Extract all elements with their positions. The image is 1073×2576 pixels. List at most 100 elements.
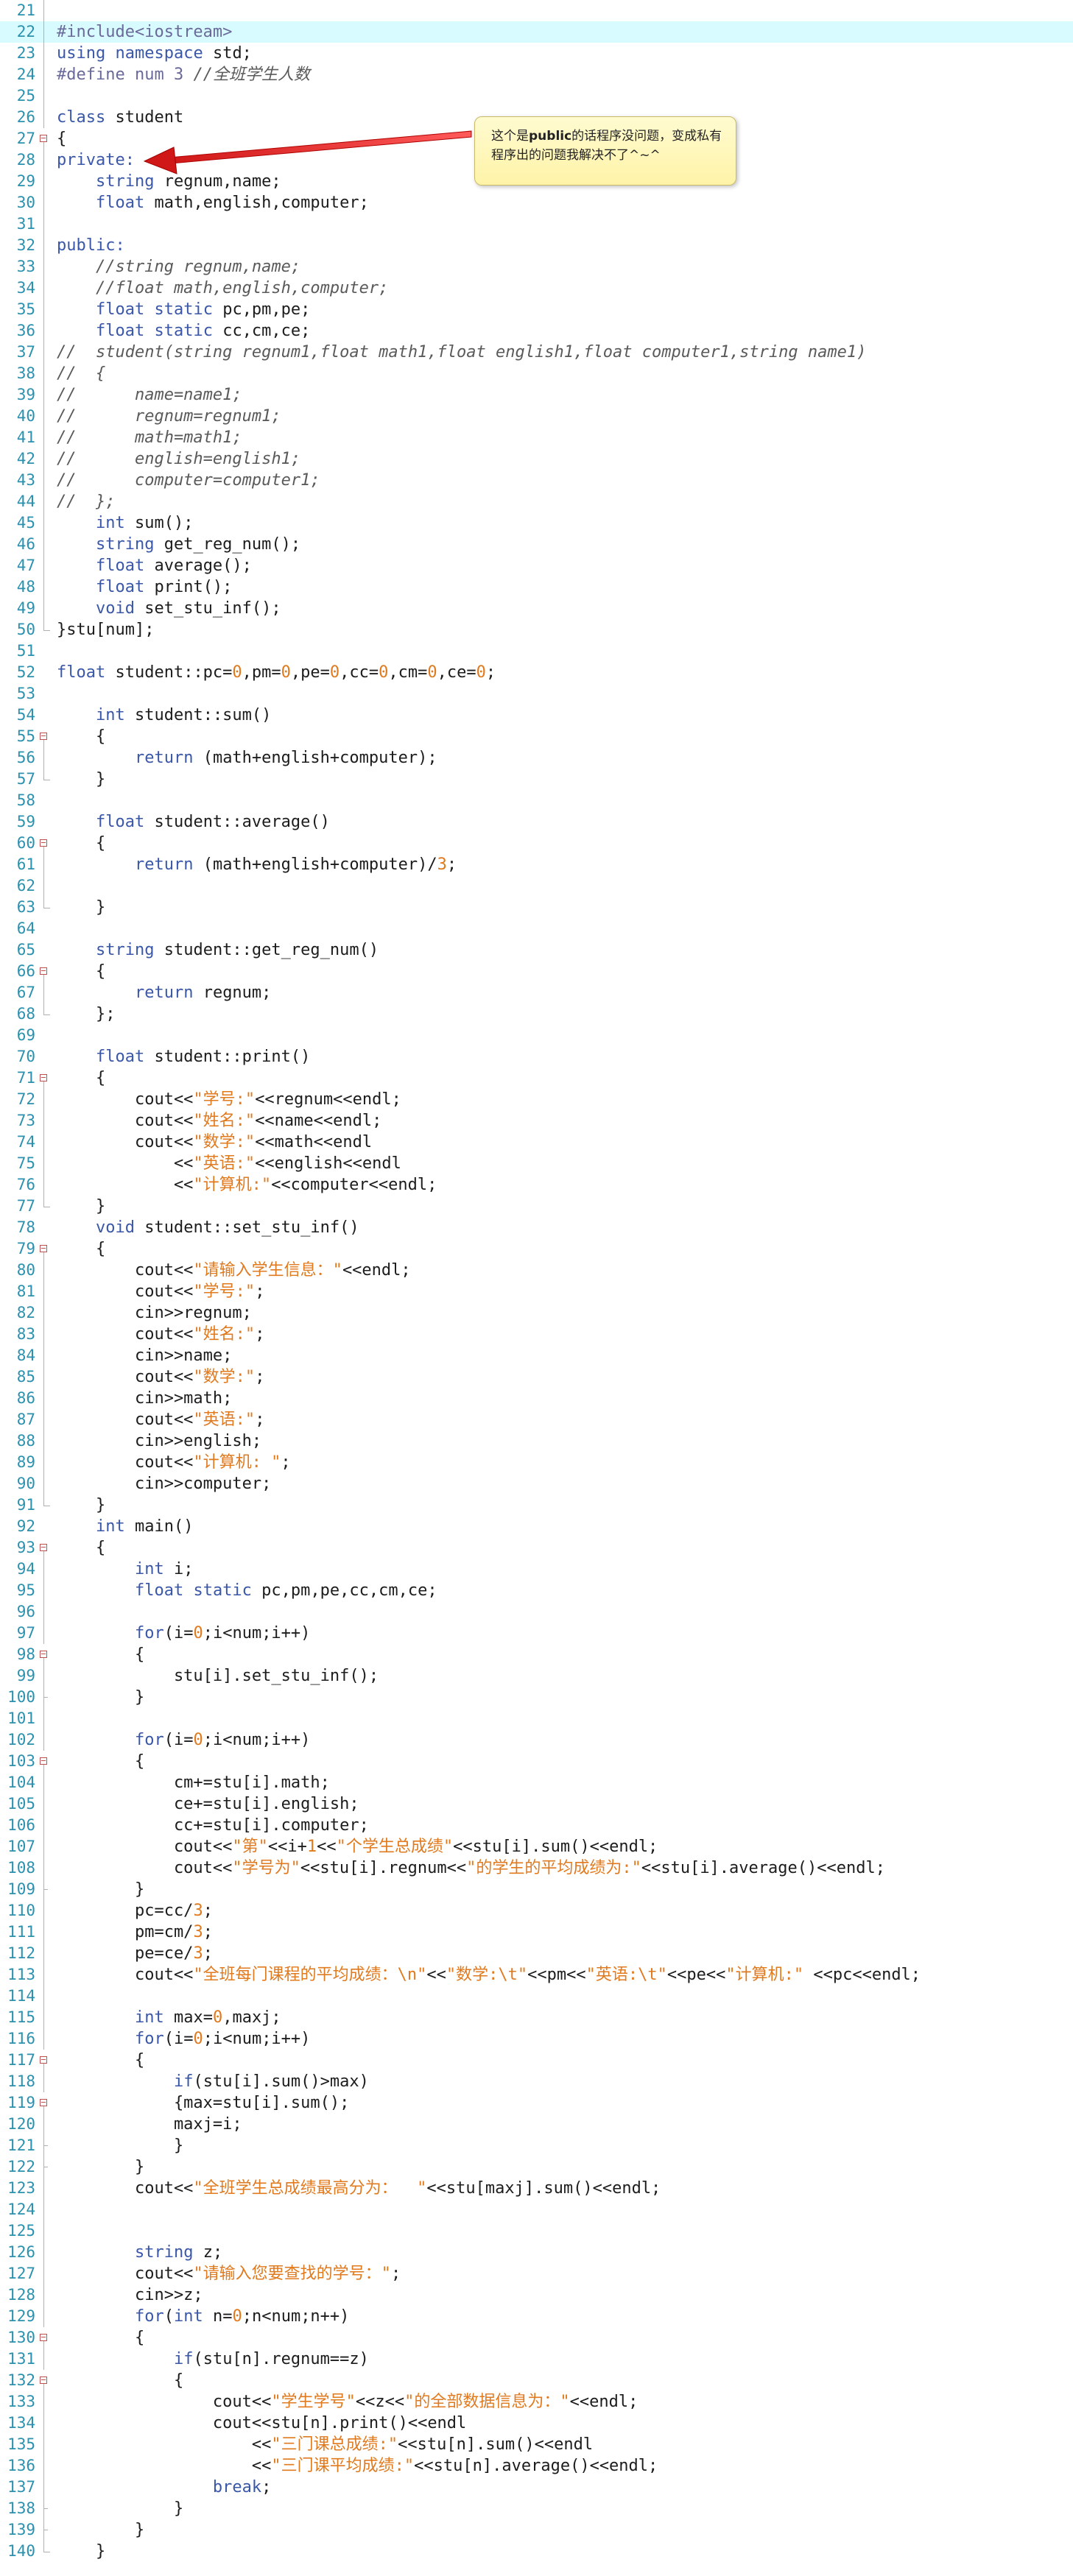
fold-collapse-icon[interactable]	[39, 2092, 52, 2114]
code-line[interactable]: 100 }	[0, 1687, 1073, 1708]
code-line[interactable]: 25	[0, 85, 1073, 107]
code-line[interactable]: 54 int student::sum()	[0, 705, 1073, 726]
code-line[interactable]: 40 // regnum=regnum1;	[0, 406, 1073, 427]
code-line[interactable]: 77 }	[0, 1196, 1073, 1217]
fold-collapse-icon[interactable]	[39, 1537, 52, 1559]
code-line[interactable]: 30 float math,english,computer;	[0, 192, 1073, 214]
code-line[interactable]: 110 pc=cc/3;	[0, 1900, 1073, 1922]
fold-collapse-icon[interactable]	[39, 961, 52, 982]
code-line[interactable]: 51	[0, 641, 1073, 662]
code-line[interactable]: 65 string student::get_reg_num()	[0, 939, 1073, 961]
code-line[interactable]: 130 {	[0, 2327, 1073, 2349]
code-line[interactable]: 84 cin>>name;	[0, 1345, 1073, 1366]
code-line[interactable]: 93 {	[0, 1537, 1073, 1559]
code-line[interactable]: 97 for(i=0;i<num;i++)	[0, 1623, 1073, 1644]
code-line[interactable]: 111 pm=cm/3;	[0, 1922, 1073, 1943]
code-line[interactable]: 98 {	[0, 1644, 1073, 1665]
code-line[interactable]: 127 cout<<"请输入您要查找的学号：";	[0, 2263, 1073, 2284]
code-line[interactable]: 108 cout<<"学号为"<<stu[i].regnum<<"的学生的平均成…	[0, 1857, 1073, 1879]
code-line[interactable]: 34 //float math,english,computer;	[0, 278, 1073, 299]
code-line[interactable]: 106 cc+=stu[i].computer;	[0, 1815, 1073, 1836]
code-line[interactable]: 117 {	[0, 2050, 1073, 2071]
code-line[interactable]: 56 return (math+english+computer);	[0, 747, 1073, 769]
code-line[interactable]: 104 cm+=stu[i].math;	[0, 1772, 1073, 1793]
code-line[interactable]: 121 }	[0, 2135, 1073, 2156]
code-line[interactable]: 62	[0, 875, 1073, 897]
code-line[interactable]: 46 string get_reg_num();	[0, 534, 1073, 555]
code-line[interactable]: 38 // {	[0, 363, 1073, 384]
code-line[interactable]: 99 stu[i].set_stu_inf();	[0, 1665, 1073, 1687]
code-line[interactable]: 44 // };	[0, 491, 1073, 512]
code-line[interactable]: 79 {	[0, 1238, 1073, 1260]
code-line[interactable]: 83 cout<<"姓名:";	[0, 1324, 1073, 1345]
code-line[interactable]: 67 return regnum;	[0, 982, 1073, 1003]
code-line[interactable]: 41 // math=math1;	[0, 427, 1073, 448]
code-line[interactable]: 53	[0, 683, 1073, 705]
code-line[interactable]: 71 {	[0, 1068, 1073, 1089]
fold-collapse-icon[interactable]	[39, 2370, 52, 2391]
code-line[interactable]: 24 #define num 3 //全班学生人数	[0, 64, 1073, 85]
code-line[interactable]: 35 float static pc,pm,pe;	[0, 299, 1073, 320]
code-line[interactable]: 87 cout<<"英语:";	[0, 1409, 1073, 1430]
code-line[interactable]: 131 if(stu[n].regnum==z)	[0, 2349, 1073, 2370]
code-line[interactable]: 125	[0, 2220, 1073, 2242]
code-line[interactable]: 37 // student(string regnum1,float math1,…	[0, 342, 1073, 363]
code-line[interactable]: 80 cout<<"请输入学生信息："<<endl;	[0, 1260, 1073, 1281]
code-line[interactable]: 86 cin>>math;	[0, 1388, 1073, 1409]
code-line[interactable]: 119 {max=stu[i].sum();	[0, 2092, 1073, 2114]
code-line[interactable]: 129 for(int n=0;n<num;n++)	[0, 2306, 1073, 2327]
code-line[interactable]: 128 cin>>z;	[0, 2284, 1073, 2306]
code-line[interactable]: 126 string z;	[0, 2242, 1073, 2263]
code-line[interactable]: 118 if(stu[i].sum()>max)	[0, 2071, 1073, 2092]
fold-collapse-icon[interactable]	[39, 726, 52, 747]
fold-collapse-icon[interactable]	[39, 833, 52, 854]
code-line[interactable]: 63 }	[0, 897, 1073, 918]
code-line[interactable]: 115 int max=0,maxj;	[0, 2007, 1073, 2028]
code-line[interactable]: 70 float student::print()	[0, 1046, 1073, 1068]
fold-collapse-icon[interactable]	[39, 1751, 52, 1772]
code-line[interactable]: 59 float student::average()	[0, 811, 1073, 833]
code-line[interactable]: 134 cout<<stu[n].print()<<endl	[0, 2413, 1073, 2434]
code-line[interactable]: 114	[0, 1986, 1073, 2007]
code-line[interactable]: 50}stu[num];	[0, 619, 1073, 641]
code-line[interactable]: 95 float static pc,pm,pe,cc,cm,ce;	[0, 1580, 1073, 1601]
code-line[interactable]: 81 cout<<"学号:";	[0, 1281, 1073, 1302]
code-line[interactable]: 66 {	[0, 961, 1073, 982]
code-line[interactable]: 74 cout<<"数学:"<<math<<endl	[0, 1132, 1073, 1153]
code-line[interactable]: 42 // english=english1;	[0, 448, 1073, 470]
fold-collapse-icon[interactable]	[39, 1068, 52, 1089]
code-line[interactable]: 124	[0, 2199, 1073, 2220]
code-line[interactable]: 102 for(i=0;i<num;i++)	[0, 1729, 1073, 1751]
code-line[interactable]: 32 public:	[0, 235, 1073, 256]
code-line[interactable]: 69	[0, 1025, 1073, 1046]
code-line[interactable]: 68 };	[0, 1003, 1073, 1025]
code-line[interactable]: 61 return (math+english+computer)/3;	[0, 854, 1073, 875]
code-line[interactable]: 94 int i;	[0, 1559, 1073, 1580]
code-line[interactable]: 91 }	[0, 1495, 1073, 1516]
code-line[interactable]: 22 #include<iostream>	[0, 21, 1073, 43]
code-line[interactable]: 116 for(i=0;i<num;i++)	[0, 2028, 1073, 2050]
code-line[interactable]: 45 int sum();	[0, 512, 1073, 534]
code-line[interactable]: 57 }	[0, 769, 1073, 790]
code-line[interactable]: 96	[0, 1601, 1073, 1623]
fold-collapse-icon[interactable]	[39, 2050, 52, 2071]
code-line[interactable]: 132 {	[0, 2370, 1073, 2391]
code-line[interactable]: 109 }	[0, 1879, 1073, 1900]
code-line[interactable]: 49 void set_stu_inf();	[0, 598, 1073, 619]
code-line[interactable]: 105 ce+=stu[i].english;	[0, 1793, 1073, 1815]
code-line[interactable]: 85 cout<<"数学:";	[0, 1366, 1073, 1388]
code-line[interactable]: 76 <<"计算机:"<<computer<<endl;	[0, 1174, 1073, 1196]
code-line[interactable]: 137 break;	[0, 2477, 1073, 2498]
code-line[interactable]: 107 cout<<"第"<<i+1<<"个学生总成绩"<<stu[i].sum…	[0, 1836, 1073, 1857]
code-line[interactable]: 48 float print();	[0, 576, 1073, 598]
code-editor[interactable]: 21 22 #include<iostream> 23 using namespace …	[0, 0, 1073, 2576]
fold-collapse-icon[interactable]	[39, 2327, 52, 2349]
code-line[interactable]: 60 {	[0, 833, 1073, 854]
code-line[interactable]: 72 cout<<"学号:"<<regnum<<endl;	[0, 1089, 1073, 1110]
code-line[interactable]: 136 <<"三门课平均成绩:"<<stu[n].average()<<endl…	[0, 2455, 1073, 2477]
code-line[interactable]: 43 // computer=computer1;	[0, 470, 1073, 491]
code-line[interactable]: 89 cout<<"计算机: ";	[0, 1452, 1073, 1473]
fold-collapse-icon[interactable]	[39, 1238, 52, 1260]
code-line[interactable]: 139 }	[0, 2519, 1073, 2541]
fold-collapse-icon[interactable]	[39, 128, 52, 149]
